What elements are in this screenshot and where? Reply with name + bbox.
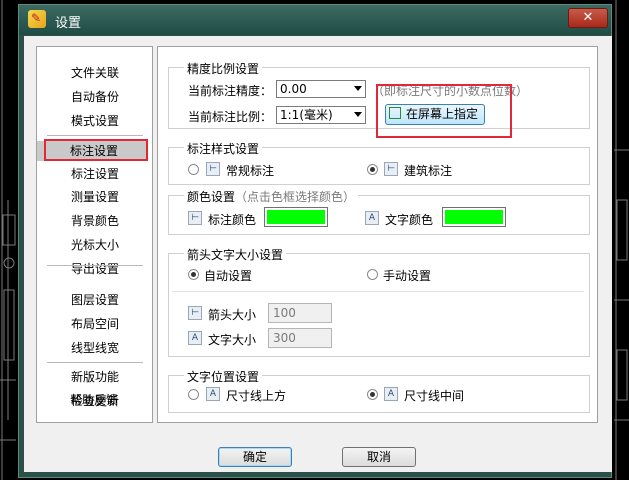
text-size-label: 文字大小	[208, 333, 257, 347]
dim-color-icon: ⊢	[188, 211, 202, 225]
radio-arch-dim[interactable]	[367, 164, 378, 175]
text-size-input[interactable]: 300	[268, 328, 332, 348]
dimension-icon: ⊢	[206, 162, 220, 176]
group-text-position-title: 文字位置设置	[184, 368, 263, 385]
nav-item-file-association[interactable]: 文件关联	[37, 63, 153, 83]
arrow-size-label: 箭头大小	[208, 308, 257, 322]
nav-item-auto-backup[interactable]: 自动备份	[37, 87, 153, 107]
text-color-label: 文字颜色	[385, 213, 434, 227]
nav-item-cursor-size[interactable]: 光标大小	[37, 235, 153, 255]
arrow-size-input[interactable]: 100	[268, 303, 332, 323]
nav-item-new-features[interactable]: 新版功能	[37, 367, 153, 387]
radio-text-middle-label: 尺寸线中间	[404, 389, 465, 403]
scale-select[interactable]: 1:1(毫米)	[276, 106, 366, 124]
nav-item-layers[interactable]: 图层设置	[37, 290, 153, 310]
radio-auto-size-label: 自动设置	[204, 269, 253, 283]
close-button[interactable]: ✕	[568, 8, 608, 28]
radio-text-above[interactable]	[188, 389, 199, 400]
cancel-button[interactable]: 取消	[342, 447, 416, 467]
dim-color-swatch[interactable]	[264, 207, 328, 227]
annotation-highlight-pick	[376, 84, 512, 138]
title-bar[interactable]	[19, 5, 611, 35]
radio-normal-dim[interactable]	[188, 164, 199, 175]
scale-label: 当前标注比例：	[188, 110, 273, 124]
radio-manual-size[interactable]	[367, 269, 378, 280]
group-color-title-text: 颜色设置	[187, 190, 236, 204]
nav-item-layout-space[interactable]: 布局空间	[37, 314, 153, 334]
radio-arch-dim-label: 建筑标注	[404, 164, 453, 178]
group-color-title: 颜色设置（点击色框选择颜色）	[184, 188, 359, 205]
nav-item-measure[interactable]: 测量设置	[37, 187, 153, 207]
radio-manual-size-label: 手动设置	[383, 269, 432, 283]
radio-auto-size[interactable]	[188, 269, 199, 280]
nav-item-linetype[interactable]: 线型线宽	[37, 338, 153, 358]
window-title: 设置	[55, 16, 82, 31]
group-dim-style-title: 标注样式设置	[184, 140, 263, 157]
nav-item-mode[interactable]: 模式设置	[37, 111, 153, 131]
nav-item-background-color[interactable]: 背景颜色	[37, 211, 153, 231]
arrow-size-icon: ⊢	[188, 306, 202, 320]
settings-nav: 文件关联 自动备份 模式设置 标注设置 测量设置 背景颜色 光标大小 导出设置 …	[36, 46, 153, 423]
color-hint: （点击色框选择颜色）	[235, 190, 356, 204]
close-icon: ✕	[582, 10, 594, 25]
nav-divider	[47, 362, 143, 363]
chevron-down-icon	[354, 112, 362, 117]
precision-value: 0.00	[280, 82, 307, 96]
group-precision-title: 精度比例设置	[184, 60, 263, 77]
text-size-icon: A	[188, 331, 202, 345]
text-color-swatch[interactable]	[442, 207, 506, 227]
app-icon: ✎	[28, 10, 46, 28]
nav-item-help-feedback[interactable]: 帮助反馈	[36, 390, 152, 410]
precision-select[interactable]: 0.00	[276, 80, 366, 98]
annotation-highlight-nav	[44, 139, 148, 161]
text-middle-icon: A	[384, 387, 398, 401]
group-arrow-text-title: 箭头文字大小设置	[184, 246, 287, 263]
chevron-down-icon	[354, 86, 362, 91]
dim-color-label: 标注颜色	[208, 213, 257, 227]
precision-label: 当前标注精度：	[188, 84, 273, 98]
radio-text-above-label: 尺寸线上方	[226, 389, 287, 403]
radio-normal-dim-label: 常规标注	[226, 164, 275, 178]
radio-text-middle[interactable]	[367, 389, 378, 400]
scale-value: 1:1(毫米)	[280, 108, 333, 122]
text-above-icon: A	[206, 387, 220, 401]
group-divider	[172, 291, 584, 292]
text-color-icon: A	[365, 211, 379, 225]
nav-divider	[47, 135, 143, 136]
nav-item-export[interactable]: 导出设置	[37, 259, 153, 279]
arch-dimension-icon: ⊢	[384, 162, 398, 176]
ok-button[interactable]: 确定	[218, 447, 292, 467]
